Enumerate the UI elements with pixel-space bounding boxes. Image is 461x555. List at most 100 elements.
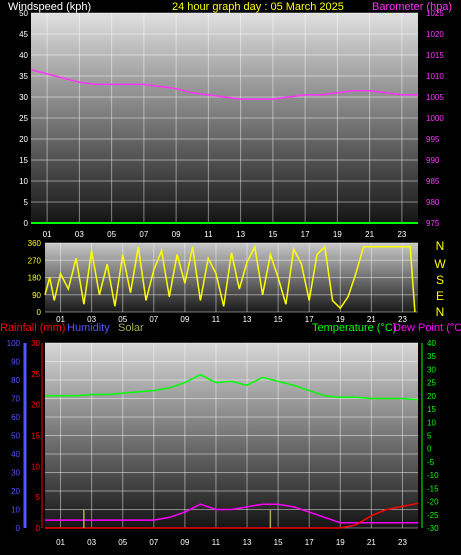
- direction-tick: 270: [28, 256, 42, 265]
- x-tick-label: 09: [180, 315, 189, 324]
- barometer-tick: 1025: [426, 9, 444, 18]
- windspeed-tick: 5: [24, 198, 29, 207]
- temperature-tick: 25: [427, 379, 436, 388]
- barometer-tick: 1015: [426, 51, 444, 60]
- x-tick-label: 21: [365, 230, 374, 239]
- temperature-tick: 15: [427, 405, 436, 414]
- barometer-tick: 985: [426, 177, 440, 186]
- temperature-tick: 30: [427, 365, 436, 374]
- humidity-tick: 70: [11, 395, 20, 404]
- chart-title: 24 hour graph day : 05 March 2025: [172, 1, 344, 13]
- compass-label: N: [436, 239, 445, 253]
- temperature-tick: 35: [427, 352, 436, 361]
- x-tick-label: 01: [56, 538, 65, 547]
- barometer-tick: 1020: [426, 30, 444, 39]
- windspeed-tick: 30: [19, 93, 28, 102]
- dewpoint-axis-title: Dew Point (°C): [393, 322, 461, 334]
- temperature-tick: 5: [427, 432, 432, 441]
- humidity-axis: 0 10 20 30 40 50 60 70 80 90 100: [7, 339, 27, 533]
- compass-labels: N W S E N: [434, 239, 446, 319]
- temperature-tick: -30: [427, 524, 439, 533]
- direction-tick: 0: [37, 308, 42, 317]
- barometer-axis: 975 980 985 990 995 1000 1005 1010 1015 1020 1025: [426, 9, 444, 228]
- humidity-tick: 30: [11, 469, 20, 478]
- x-tick-label: 05: [107, 230, 116, 239]
- x-tick-label: 11: [204, 230, 213, 239]
- rainfall-tick: 30: [31, 339, 40, 348]
- compass-label: N: [436, 305, 445, 319]
- x-tick-label: 07: [149, 538, 158, 547]
- solar-axis-title: Solar: [118, 322, 144, 334]
- barometer-tick: 990: [426, 156, 440, 165]
- x-tick-label: 15: [274, 538, 283, 547]
- barometer-tick: 1000: [426, 114, 444, 123]
- temperature-axis: -30 -25 -20 -15 -10 -5 0 5 10 15 20 25 30 35 40: [421, 339, 439, 533]
- rainfall-axis: 0 5 10 15 20 25 30: [31, 339, 43, 533]
- x-tick-label: 23: [397, 230, 406, 239]
- barometer-tick: 980: [426, 198, 440, 207]
- direction-tick: 90: [32, 291, 41, 300]
- temperature-tick: -5: [427, 458, 435, 467]
- x-tick-label: 11: [212, 315, 221, 324]
- x-tick-label: 11: [212, 538, 221, 547]
- barometer-tick: 975: [426, 219, 440, 228]
- windspeed-axis: 0 5 10 15 20 25 30 35 40 45 50: [19, 9, 28, 228]
- rainfall-tick: 25: [31, 370, 40, 379]
- temperature-tick: 0: [427, 445, 432, 454]
- temperature-tick: -20: [427, 498, 439, 507]
- x-tick-label: 05: [118, 538, 127, 547]
- direction-axis: 0 90 180 270 360: [28, 239, 42, 317]
- windspeed-tick: 40: [19, 51, 28, 60]
- compass-label: W: [434, 257, 446, 271]
- x-tick-label: 01: [43, 230, 52, 239]
- humidity-tick: 60: [11, 413, 20, 422]
- x-tick-label: 21: [367, 538, 376, 547]
- humidity-tick: 10: [11, 506, 20, 515]
- temperature-tick: 20: [427, 392, 436, 401]
- humidity-tick: 80: [11, 376, 20, 385]
- windspeed-tick: 20: [19, 135, 28, 144]
- direction-tick: 180: [28, 274, 42, 283]
- x-tick-label: 17: [301, 230, 310, 239]
- compass-label: S: [436, 273, 444, 287]
- humidity-tick: 100: [7, 339, 21, 348]
- x-tick-label: 09: [180, 538, 189, 547]
- rainfall-tick: 10: [31, 462, 40, 471]
- humidity-tick: 90: [11, 358, 20, 367]
- humidity-tick: 20: [11, 487, 20, 496]
- x-tick-label: 07: [139, 230, 148, 239]
- windspeed-tick: 25: [19, 114, 28, 123]
- windspeed-tick: 50: [19, 9, 28, 18]
- rainfall-axis-title: Rainfall (mm): [0, 322, 65, 334]
- rainfall-tick: 15: [31, 432, 40, 441]
- top-x-axis: 01 03 05 07 09 11 13 15 17 19 21 23: [43, 230, 407, 239]
- x-tick-label: 15: [268, 230, 277, 239]
- x-tick-label: 03: [87, 538, 96, 547]
- x-tick-label: 07: [149, 315, 158, 324]
- windspeed-tick: 10: [19, 177, 28, 186]
- rainfall-tick: 5: [36, 493, 41, 502]
- humidity-axis-title: Humidity: [67, 322, 110, 334]
- barometer-tick: 995: [426, 135, 440, 144]
- temperature-axis-title: Temperature (°C): [312, 322, 396, 334]
- windspeed-tick: 15: [19, 156, 28, 165]
- barometer-tick: 1010: [426, 72, 444, 81]
- x-tick-label: 09: [172, 230, 181, 239]
- x-tick-label: 13: [243, 538, 252, 547]
- weather-chart: Windspeed (kph) 24 hour graph day : 05 M…: [0, 1, 461, 547]
- temperature-tick: -25: [427, 511, 439, 520]
- humidity-tick: 50: [11, 432, 20, 441]
- x-tick-label: 17: [305, 538, 314, 547]
- x-tick-label: 15: [274, 315, 283, 324]
- x-tick-label: 13: [243, 315, 252, 324]
- windspeed-tick: 35: [19, 72, 28, 81]
- windspeed-tick: 45: [19, 30, 28, 39]
- windspeed-tick: 0: [24, 219, 29, 228]
- direction-tick: 360: [28, 239, 42, 248]
- barometer-tick: 1005: [426, 93, 444, 102]
- compass-label: E: [436, 289, 444, 303]
- x-tick-label: 19: [333, 230, 342, 239]
- temperature-tick: -10: [427, 471, 439, 480]
- rainfall-tick: 20: [31, 401, 40, 410]
- temperature-tick: 10: [427, 418, 436, 427]
